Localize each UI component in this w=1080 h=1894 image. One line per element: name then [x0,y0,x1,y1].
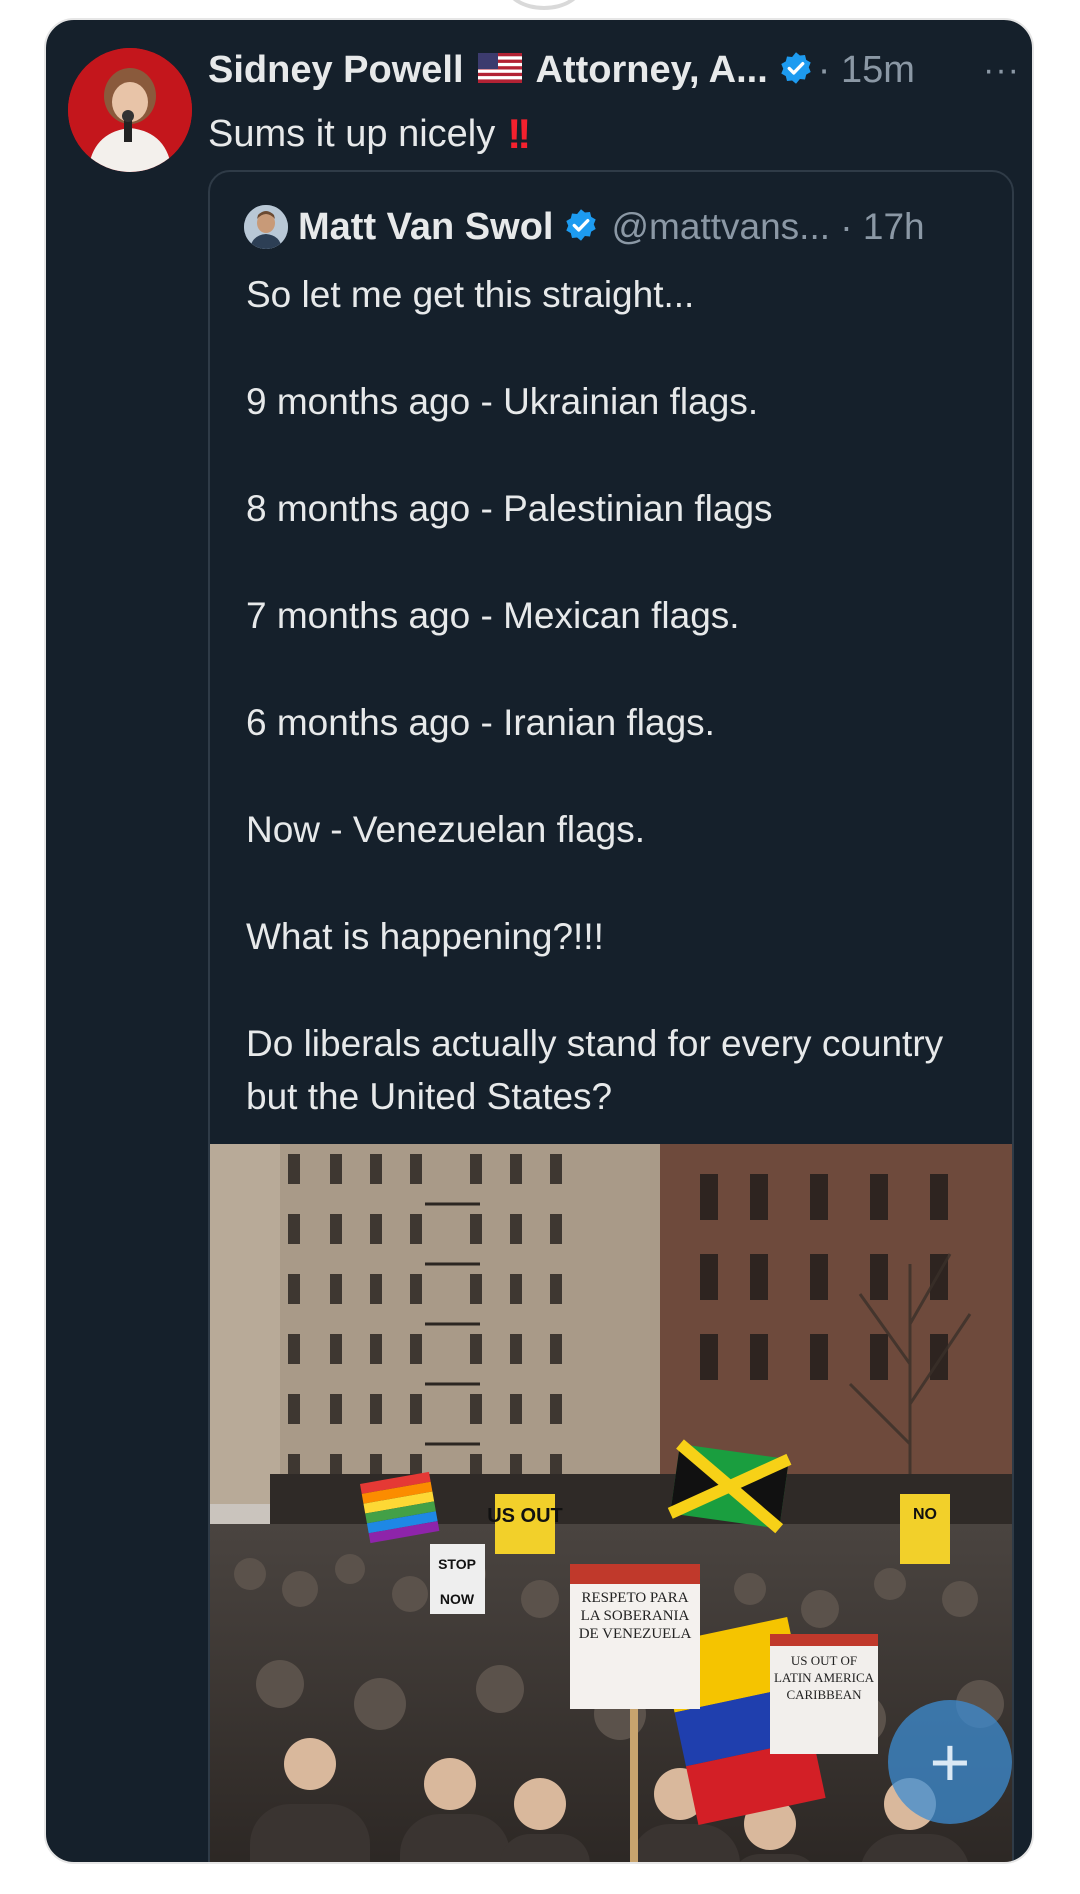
compose-plus-button[interactable]: + [888,1700,1012,1824]
double-exclamation-icon: !! [507,110,531,157]
quoted-line: Do liberals actually stand for every cou… [246,1023,944,1117]
quoted-post-header: Matt Van Swol @mattvans... · 17h [244,202,925,252]
author-name[interactable]: Sidney Powell [208,49,464,92]
sign-us-out-latin: US OUT OF LATIN AMERICA CARIBBEAN [770,1634,878,1754]
plus-icon: + [929,1723,971,1801]
quoted-line: 6 months ago - Iranian flags. [246,702,715,743]
verified-badge-icon [778,50,814,91]
quoted-author-name[interactable]: Matt Van Swol [298,206,553,249]
quoted-line: Now - Venezuelan flags. [246,809,646,850]
quoted-handle-time[interactable]: @mattvans... · 17h [611,206,924,248]
quoted-line: So let me get this straight... [246,274,695,315]
quoted-post-body: So let me get this straight... 9 months … [246,268,986,1123]
sign-stop-text: STOP [438,1556,476,1572]
post-text-content: Sums it up nicely [208,112,496,155]
quoted-line: 8 months ago - Palestinian flags [246,488,773,529]
sign-us-out-text: US OUT [487,1505,563,1527]
quoted-line: 7 months ago - Mexican flags. [246,595,740,636]
quoted-verified-badge-icon [563,207,599,248]
sign-now-text: NOW [440,1591,475,1607]
top-handle-arc [505,0,583,10]
sign-stop: STOP NOW [430,1544,485,1614]
author-title: Attorney, A... [535,48,768,91]
author-avatar[interactable] [68,48,192,172]
us-flag-icon [477,52,522,88]
quoted-post[interactable]: Matt Van Swol @mattvans... · 17h So let … [208,170,1014,1862]
sign-no: NO [900,1494,950,1564]
more-options-icon[interactable]: ··· [983,51,1020,90]
sign-respeto-text: RESPETO PARA LA SOBERANIA DE VENEZUELA [578,1590,692,1642]
post-card[interactable]: Sidney Powell Attorney, A... · 15m ··· S… [44,18,1034,1864]
quoted-line: What is happening?!!! [246,916,604,957]
sign-us-out-latin-text: US OUT OF LATIN AMERICA CARIBBEAN [773,1653,875,1702]
post-time[interactable]: · 15m [818,49,915,92]
sign-no-text: NO [913,1506,937,1523]
sign-us-out: US OUT [487,1494,563,1554]
quoted-line: 9 months ago - Ukrainian flags. [246,381,759,422]
post-text: Sums it up nicely !! [208,110,531,158]
quoted-author-avatar[interactable] [244,205,288,249]
post-header: Sidney Powell Attorney, A... · 15m ··· [208,42,1020,98]
